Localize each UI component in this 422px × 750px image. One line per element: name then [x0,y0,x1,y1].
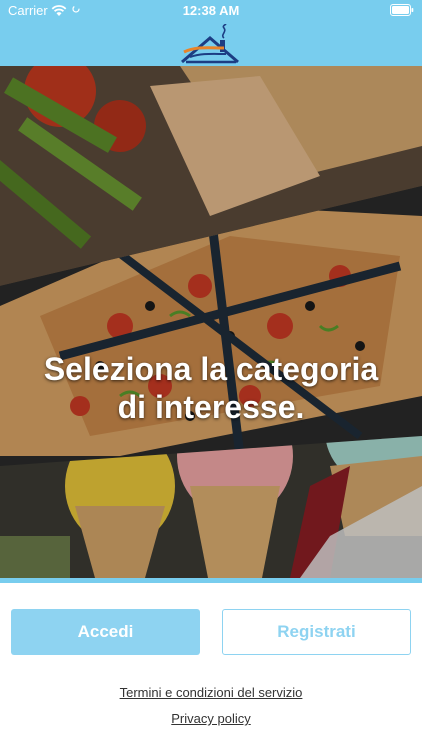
terms-link[interactable]: Termini e condizioni del servizio [0,685,422,700]
clock: 12:38 AM [182,3,240,18]
headline-line-1: Seleziona la categoria [43,351,379,387]
register-button[interactable]: Registrati [222,609,411,655]
privacy-link[interactable]: Privacy policy [0,711,422,726]
headline-line-2: di interesse. [117,389,305,425]
login-button[interactable]: Accedi [11,609,200,655]
house-roof-logo-icon [181,24,239,64]
carousel-headline: Seleziona la categoria di interesse. [10,350,412,426]
accent-divider [0,578,422,583]
food-collage-image [0,66,422,578]
battery-icon [390,4,414,16]
status-bar: Carrier 12:38 AM [0,0,422,22]
nav-bar [0,22,422,66]
category-carousel[interactable]: Seleziona la categoria di interesse. [0,66,422,578]
